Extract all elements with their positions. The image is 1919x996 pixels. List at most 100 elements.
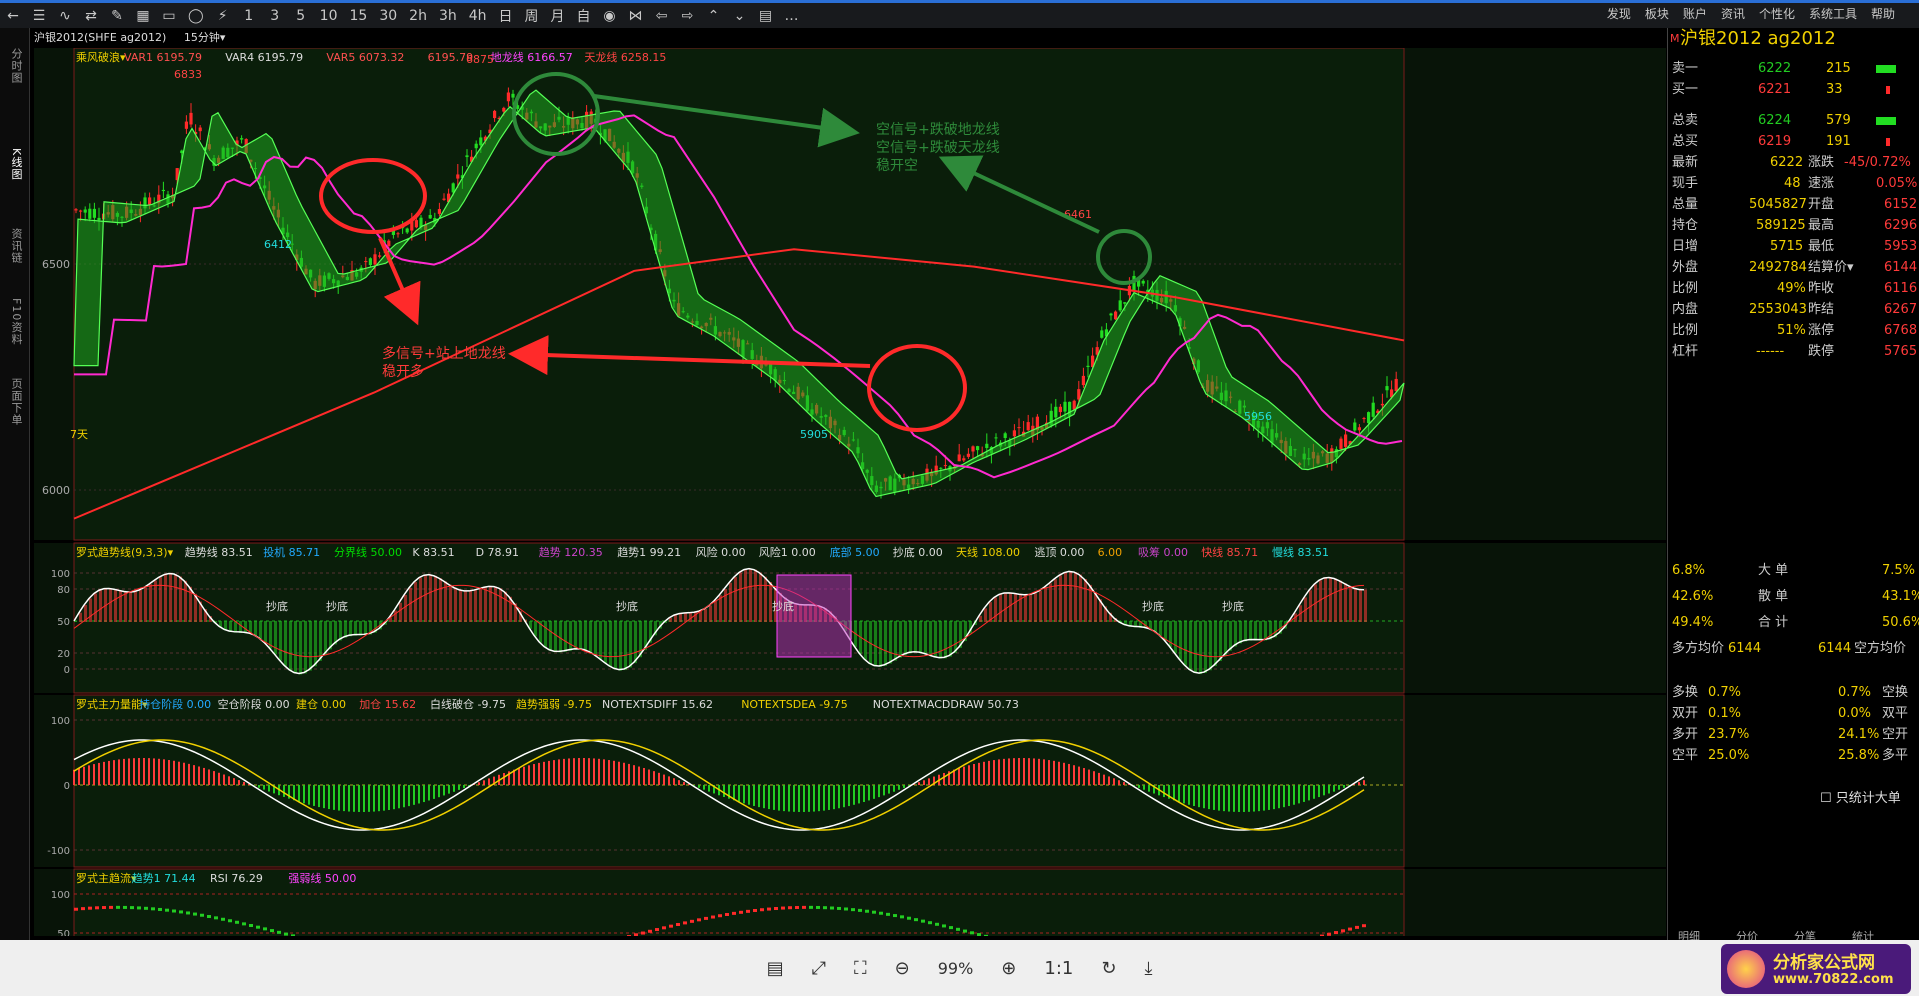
- side-tab-2[interactable]: 资讯链: [6, 228, 24, 264]
- menu-2[interactable]: 账户: [1683, 5, 1707, 22]
- toolbar-button-11[interactable]: 5: [294, 8, 308, 24]
- toolbar-button-25[interactable]: ⇨: [681, 8, 695, 24]
- toolbar-button-7[interactable]: ◯: [188, 8, 204, 24]
- price-label-5: 5956: [1244, 410, 1272, 423]
- rotate-icon[interactable]: ↻: [1101, 958, 1116, 979]
- trend-legend-item-5: D 78.91: [476, 546, 519, 559]
- flow-row-0-cell-1: 大 单: [1758, 563, 1789, 578]
- main-legend-item-6: 天龙线 6258.15: [584, 50, 666, 64]
- watermark-title: 分析家公式网: [1773, 953, 1875, 973]
- stat-row-6-cell-2: 昨收: [1808, 281, 1835, 296]
- toolbar-button-5[interactable]: ▦: [136, 8, 150, 24]
- side-tab-1[interactable]: K线图: [6, 148, 24, 180]
- toolbar-button-21[interactable]: 自: [577, 6, 591, 26]
- trend-mark-0: 抄底: [266, 599, 288, 613]
- stat-row-1-cell-2: 速涨: [1808, 176, 1835, 191]
- trend-axis-label-1: 80: [57, 585, 70, 596]
- toolbar-button-13[interactable]: 15: [350, 8, 368, 24]
- toolbar-button-29[interactable]: …: [785, 8, 799, 24]
- toolbar-button-8[interactable]: ⚡: [216, 8, 230, 24]
- order-book-2-cell-0: 总卖: [1672, 113, 1699, 128]
- menu-0[interactable]: 发现: [1607, 5, 1631, 22]
- stat-row-7-cell-1: 2553043: [1749, 302, 1807, 317]
- pos-row-2-cell-1: 23.7%: [1708, 727, 1750, 742]
- rsi-legend-item-2: RSI 76.29: [210, 872, 263, 885]
- toolbar-button-18[interactable]: 日: [499, 6, 513, 26]
- stat-row-1-cell-0: 现手: [1672, 176, 1699, 191]
- pos-row-0: 多换 0.7% 0.7% 空换: [1668, 682, 1919, 703]
- pos-row-2: 多开 23.7% 24.1% 空开: [1668, 724, 1919, 745]
- stat-row-8: 比例 51% 涨停 6768: [1668, 320, 1919, 341]
- toolbar-button-26[interactable]: ⌃: [707, 8, 721, 24]
- order-book-0-cell-0: 卖一: [1672, 61, 1699, 76]
- flow-row-1-cell-2: 43.1%: [1882, 589, 1919, 604]
- trend-legend-item-7: 趋势1 99.21: [617, 546, 681, 559]
- pos-row-0-cell-2: 0.7%: [1838, 685, 1872, 700]
- stat-row-0: 最新 6222 涨跌 -45/0.72%: [1668, 152, 1919, 173]
- toolbar-button-16[interactable]: 3h: [439, 8, 457, 24]
- order-book-3: 总买 6219 191: [1668, 131, 1919, 152]
- stat-row-9-cell-3: 5765: [1884, 344, 1918, 359]
- toolbar-button-24[interactable]: ⇦: [655, 8, 669, 24]
- toolbar-button-2[interactable]: ∿: [58, 8, 72, 24]
- stat-row-6: 比例 49% 昨收 6116: [1668, 278, 1919, 299]
- toolbar-button-22[interactable]: ◉: [603, 8, 617, 24]
- toolbar-button-20[interactable]: 月: [551, 6, 565, 26]
- toolbar-button-3[interactable]: ⇄: [84, 8, 98, 24]
- actual-size-icon[interactable]: 1:1: [1044, 958, 1073, 979]
- period-selector[interactable]: 15分钟▾: [184, 31, 226, 44]
- fit-icon[interactable]: ⤢: [812, 958, 826, 979]
- trend-legend-item-6: 趋势 120.35: [539, 546, 603, 559]
- toolbar-button-0[interactable]: ←: [6, 8, 20, 24]
- toolbar-button-4[interactable]: ✎: [110, 8, 124, 24]
- side-tab-0[interactable]: 分时图: [6, 48, 24, 84]
- macd-legend-item-5: 白线破仓 -9.75: [430, 697, 506, 711]
- order-book-2-cell-1: 6224: [1758, 113, 1792, 128]
- macd-axis-label-0: 100: [51, 716, 70, 727]
- toolbar-button-6[interactable]: ▭: [162, 8, 176, 24]
- toolbar-button-15[interactable]: 2h: [409, 8, 427, 24]
- macd-legend-item-0: 罗式主力量能▾: [76, 697, 148, 711]
- toolbar-button-9[interactable]: 1: [242, 8, 256, 24]
- side-tab-3[interactable]: F10资料: [6, 298, 24, 345]
- stat-row-8-cell-2: 涨停: [1808, 323, 1835, 338]
- fullscreen-icon[interactable]: ⛶: [854, 958, 867, 979]
- chart-area[interactable]: 乘风破浪▾VAR1 6195.79 VAR4 6195.79 VAR5 6073.3…: [34, 48, 1666, 936]
- stat-row-5-cell-0: 外盘: [1672, 260, 1699, 275]
- menu-3[interactable]: 资讯: [1721, 5, 1745, 22]
- stat-row-4: 日增 5715 最低 5953: [1668, 236, 1919, 257]
- stat-row-7-cell-0: 内盘: [1672, 302, 1699, 317]
- download-icon[interactable]: ⤓: [1144, 958, 1152, 979]
- side-tab-4[interactable]: 页面下单: [6, 378, 24, 426]
- trend-legend-item-9: 风险1 0.00: [759, 545, 816, 559]
- quote-panel: M 沪银2012 ag2012 卖一 6222 215 买一 6221 33 总卖 6224 579…: [1667, 28, 1919, 943]
- toolbar-button-12[interactable]: 10: [320, 8, 338, 24]
- stat-row-1-cell-1: 48: [1784, 176, 1801, 191]
- menu-5[interactable]: 系统工具: [1809, 5, 1857, 22]
- toolbar-button-23[interactable]: ⋈: [629, 8, 643, 24]
- avg-price-row-cell-1: 6144: [1728, 641, 1762, 656]
- main-axis-label-1: 6000: [42, 484, 70, 497]
- stat-row-7: 内盘 2553043 昨结 6267: [1668, 299, 1919, 320]
- menu-6[interactable]: 帮助: [1871, 5, 1895, 22]
- toolbar-button-1[interactable]: ☰: [32, 8, 46, 24]
- pos-row-3: 空平 25.0% 25.8% 多平: [1668, 745, 1919, 766]
- toolbar-button-10[interactable]: 3: [268, 8, 282, 24]
- menu-4[interactable]: 个性化: [1759, 5, 1795, 22]
- menu-1[interactable]: 板块: [1645, 5, 1669, 22]
- stat-row-8-cell-3: 6768: [1884, 323, 1918, 338]
- pos-row-3-cell-1: 25.0%: [1708, 748, 1750, 763]
- quote-title-cell-1: 沪银2012 ag2012: [1680, 28, 1836, 49]
- symbol-title[interactable]: 沪银2012(SHFE ag2012): [34, 31, 166, 44]
- toolbar-button-14[interactable]: 30: [379, 8, 397, 24]
- toolbar-button-19[interactable]: 周: [525, 6, 539, 26]
- zoom-out-icon[interactable]: ⊖: [895, 958, 910, 979]
- stat-row-2-cell-0: 总量: [1672, 197, 1699, 212]
- layout-icon[interactable]: ▤: [767, 958, 784, 979]
- toolbar-button-27[interactable]: ⌄: [733, 8, 747, 24]
- toolbar-button-17[interactable]: 4h: [469, 8, 487, 24]
- toolbar-button-28[interactable]: ▤: [759, 8, 773, 24]
- zoom-in-icon[interactable]: ⊕: [1001, 958, 1016, 979]
- flower-icon: [1727, 950, 1765, 988]
- book-bar-2: [1876, 117, 1896, 125]
